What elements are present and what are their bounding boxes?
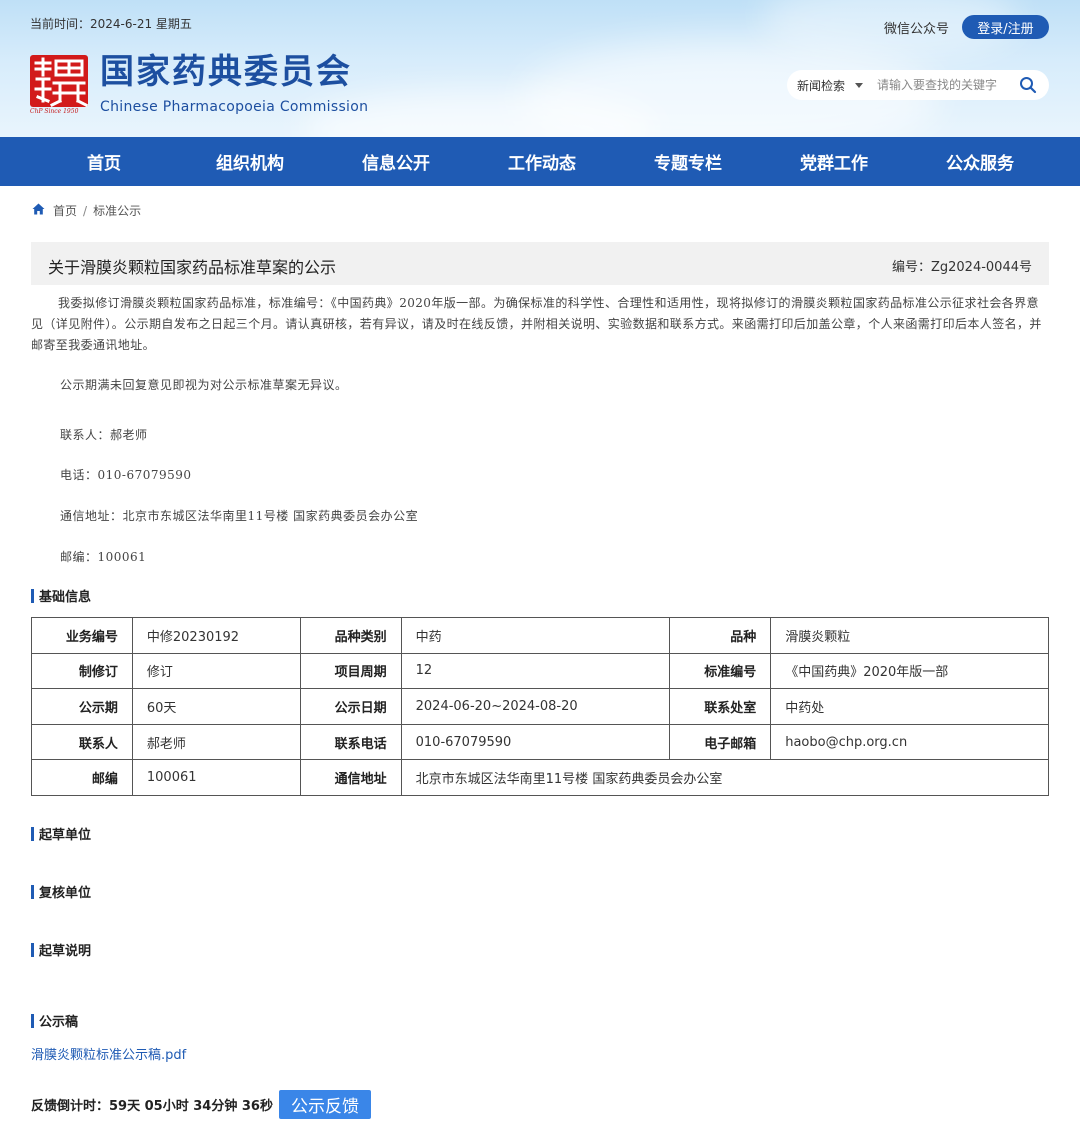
- section-title: 起草说明: [39, 944, 92, 959]
- table-value: 100061: [131, 759, 301, 796]
- logo-seal-icon[interactable]: [30, 55, 88, 107]
- table-value: 中药: [400, 617, 671, 654]
- wechat-link[interactable]: 微信公众号: [884, 18, 949, 37]
- table-value: 郝老师: [131, 723, 301, 761]
- table-label: 业务编号: [31, 617, 133, 654]
- nav-item-info-disclosure[interactable]: 信息公开: [323, 137, 469, 186]
- search-box: 新闻检索: [787, 70, 1049, 100]
- article-note: 公示期满未回复意见即视为对公示标准草案无异议。: [60, 378, 348, 392]
- section-drafting-unit: 起草单位: [31, 824, 91, 843]
- table-row: 公示期 60天 公示日期 2024-06-20~2024-08-20 联系处室 …: [31, 688, 1049, 725]
- breadcrumb-home[interactable]: 首页: [53, 202, 77, 219]
- table-row: 制修订 修订 项目周期 12 标准编号 《中国药典》2020年版一部: [31, 652, 1049, 690]
- basic-info-table: 业务编号 中修20230192 品种类别 中药 品种 滑膜炎颗粒 制修订 修订 …: [31, 617, 1050, 796]
- table-row: 业务编号 中修20230192 品种类别 中药 品种 滑膜炎颗粒: [31, 617, 1049, 654]
- feedback-button[interactable]: 公示反馈: [279, 1090, 371, 1119]
- table-label: 邮编: [31, 759, 133, 796]
- table-label: 项目周期: [299, 652, 402, 690]
- search-category-label: 新闻检索: [797, 78, 846, 93]
- table-label: 制修订: [31, 652, 133, 690]
- section-review-unit: 复核单位: [31, 882, 91, 901]
- section-title: 基础信息: [39, 590, 92, 605]
- table-value: 滑膜炎颗粒: [770, 617, 1049, 654]
- main-nav: 首页 组织机构 信息公开 工作动态 专题专栏 党群工作 公众服务: [0, 137, 1080, 186]
- contact-phone: 电话：010-67079590: [60, 468, 192, 482]
- contact-person: 联系人：郝老师: [60, 428, 148, 442]
- search-icon[interactable]: [1019, 76, 1037, 97]
- table-label: 联系电话: [299, 723, 402, 761]
- current-time: 当前时间：2024-6-21 星期五: [30, 17, 192, 31]
- chevron-down-icon: [855, 82, 864, 88]
- draft-pdf-link[interactable]: 滑膜炎颗粒标准公示稿.pdf: [31, 1044, 186, 1063]
- table-value: 北京市东城区法华南里11号楼 国家药典委员会办公室: [400, 759, 1050, 796]
- table-label: 联系人: [31, 723, 133, 761]
- search-input[interactable]: [877, 78, 1008, 92]
- article-title-bar: 关于滑膜炎颗粒国家药品标准草案的公示 编号：Zg2024-0044号: [31, 242, 1049, 285]
- article-paragraph: 我委拟修订滑膜炎颗粒国家药品标准，标准编号：《中国药典》2020年版一部。为确保…: [31, 296, 1042, 352]
- table-label: 联系处室: [669, 688, 772, 725]
- logo-since: ChP Since 1950: [30, 108, 79, 115]
- article-code: 编号：Zg2024-0044号: [891, 260, 1032, 275]
- table-value: 修订: [131, 652, 301, 690]
- table-value: 2024-06-20~2024-08-20: [400, 688, 671, 725]
- nav-item-work-news[interactable]: 工作动态: [469, 137, 615, 186]
- section-title: 起草单位: [39, 828, 92, 843]
- nav-item-organization[interactable]: 组织机构: [177, 137, 323, 186]
- contact-postcode: 邮编：100061: [60, 550, 147, 564]
- table-value: 中修20230192: [131, 617, 301, 654]
- nav-item-special-topics[interactable]: 专题专栏: [615, 137, 761, 186]
- article-title: 关于滑膜炎颗粒国家药品标准草案的公示: [48, 258, 337, 277]
- site-subtitle: Chinese Pharmacopoeia Commission: [100, 99, 369, 115]
- feedback-countdown: 反馈倒计时：59天 05小时 34分钟 36秒: [31, 1099, 273, 1114]
- section-draft: 公示稿: [31, 1011, 78, 1030]
- table-row: 联系人 郝老师 联系电话 010-67079590 电子邮箱 haobo@chp…: [31, 723, 1049, 761]
- table-label: 电子邮箱: [669, 723, 772, 761]
- breadcrumb-current[interactable]: 标准公示: [93, 202, 141, 219]
- login-register-button[interactable]: 登录/注册: [962, 15, 1049, 39]
- table-label: 品种类别: [299, 617, 402, 654]
- contact-address: 通信地址：北京市东城区法华南里11号楼 国家药典委员会办公室: [60, 509, 419, 523]
- site-header: 当前时间：2024-6-21 星期五 ChP Since 1950 国家药典委员…: [0, 0, 1080, 137]
- table-value: 《中国药典》2020年版一部: [770, 652, 1049, 690]
- table-value: 中药处: [770, 688, 1049, 725]
- search-category-select[interactable]: 新闻检索: [797, 77, 864, 94]
- table-value: 010-67079590: [400, 723, 671, 761]
- table-value: 12: [400, 652, 671, 690]
- section-title: 复核单位: [39, 886, 92, 901]
- nav-item-party-work[interactable]: 党群工作: [761, 137, 907, 186]
- table-row: 邮编 100061 通信地址 北京市东城区法华南里11号楼 国家药典委员会办公室: [31, 759, 1050, 796]
- site-title[interactable]: 国家药典委员会: [100, 52, 352, 92]
- table-label: 品种: [669, 617, 772, 654]
- table-value: 60天: [131, 688, 301, 725]
- table-label: 通信地址: [299, 759, 402, 796]
- home-icon[interactable]: [32, 203, 45, 218]
- nav-item-home[interactable]: 首页: [31, 137, 177, 186]
- table-label: 公示日期: [299, 688, 402, 725]
- breadcrumb: 首页 / 标准公示: [32, 202, 141, 219]
- section-basic-info: 基础信息: [31, 586, 91, 605]
- table-label: 标准编号: [669, 652, 772, 690]
- table-label: 公示期: [31, 688, 133, 725]
- table-value: haobo@chp.org.cn: [770, 723, 1049, 761]
- section-drafting-notes: 起草说明: [31, 940, 91, 959]
- breadcrumb-separator: /: [83, 203, 88, 218]
- nav-item-public-service[interactable]: 公众服务: [907, 137, 1053, 186]
- section-title: 公示稿: [39, 1015, 79, 1030]
